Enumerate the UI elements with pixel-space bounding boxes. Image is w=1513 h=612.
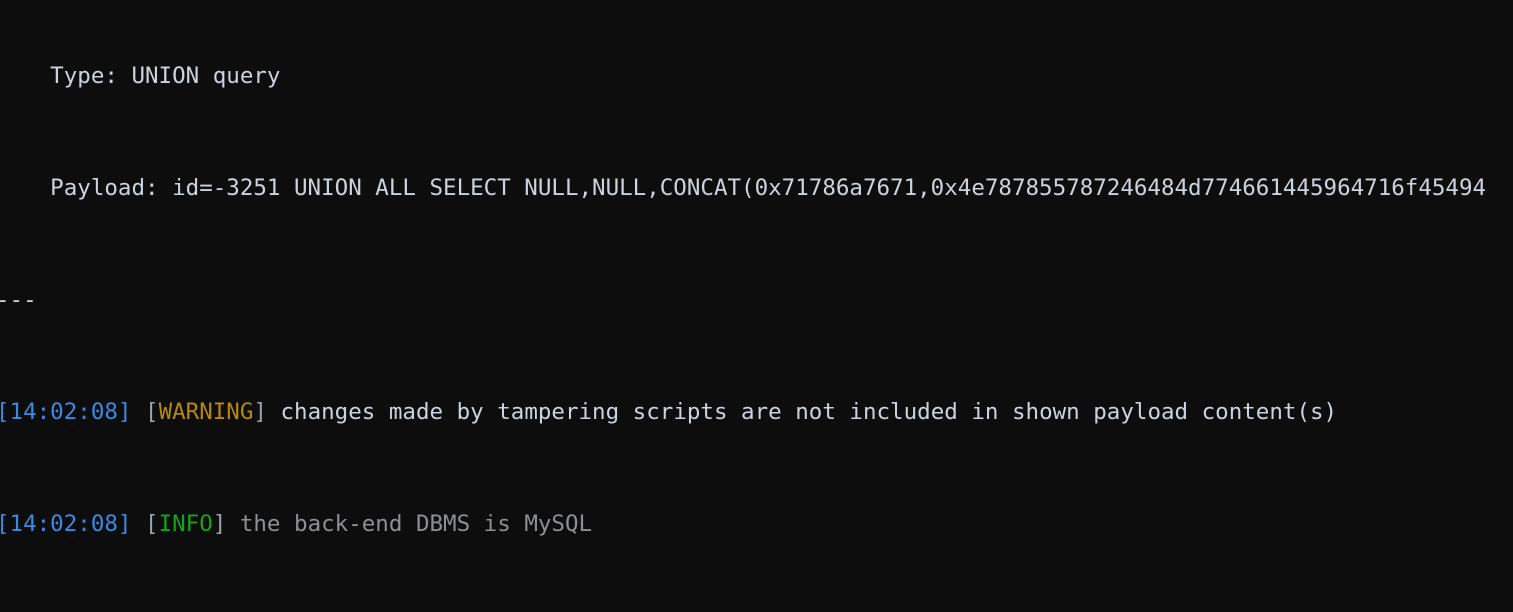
log-level-bracket-open: [ xyxy=(145,511,159,537)
log-line-payload: Payload: id=-3251 UNION ALL SELECT NULL,… xyxy=(0,175,1487,201)
log-line-warning-tampering: [14:02:08] [WARNING] changes made by tam… xyxy=(0,398,1513,426)
log-level-info: INFO xyxy=(158,511,213,537)
log-level-bracket-close: ] xyxy=(253,399,267,425)
log-space xyxy=(131,511,145,537)
log-level-bracket-open: [ xyxy=(145,399,159,425)
log-space xyxy=(131,399,145,425)
terminal-screen: Type: UNION query Payload: id=-3251 UNIO… xyxy=(0,0,1513,612)
log-line-info-dbms: [14:02:08] [INFO] the back-end DBMS is M… xyxy=(0,510,1513,538)
log-message: changes made by tampering scripts are no… xyxy=(280,399,1338,425)
log-level-bracket-close: ] xyxy=(212,511,227,537)
log-message: the back-end DBMS is MySQL xyxy=(239,511,593,537)
log-timestamp: [14:02:08] xyxy=(0,511,132,537)
log-line-payload-prev: Type: UNION query xyxy=(0,63,281,89)
log-level-warning: WARNING xyxy=(158,399,254,425)
terminal-window[interactable]: Type: UNION query Payload: id=-3251 UNIO… xyxy=(0,0,1513,612)
log-space xyxy=(267,399,281,425)
log-line-separator: --- xyxy=(0,287,37,313)
log-timestamp: [14:02:08] xyxy=(0,399,132,425)
log-space xyxy=(226,511,240,537)
